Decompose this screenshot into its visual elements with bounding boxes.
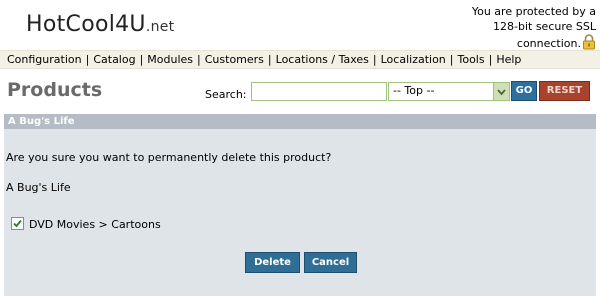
nav-help[interactable]: Help <box>492 53 525 66</box>
category-select[interactable]: -- Top -- <box>388 82 510 101</box>
checkmark-icon <box>13 219 22 228</box>
category-checkbox[interactable] <box>11 217 24 230</box>
logo-tld: .net <box>145 19 175 35</box>
cancel-button[interactable]: Cancel <box>304 252 357 273</box>
delete-confirmation-panel: Are you sure you want to permanently del… <box>4 129 596 296</box>
nav-catalog[interactable]: Catalog <box>89 53 139 66</box>
category-path: DVD Movies > Cartoons <box>29 218 161 231</box>
search-input[interactable] <box>251 82 387 101</box>
chevron-down-icon[interactable] <box>493 83 509 100</box>
nav-localization[interactable]: Localization <box>377 53 450 66</box>
nav-customers[interactable]: Customers <box>201 53 268 66</box>
ssl-notice: You are protected by a 128-bit secure SS… <box>436 4 596 54</box>
ssl-line-2: 128-bit secure SSL <box>493 20 596 33</box>
panel-heading-text: A Bug's Life <box>8 116 75 127</box>
logo-main: HotCool4U <box>26 12 146 37</box>
nav-configuration[interactable]: Configuration <box>0 53 86 66</box>
search-label: Search: <box>205 88 247 101</box>
nav-modules[interactable]: Modules <box>143 53 197 66</box>
go-button[interactable]: GO <box>511 81 537 101</box>
nav-separator: | <box>449 53 454 66</box>
product-name: A Bug's Life <box>6 181 71 194</box>
header: HotCool4U.net You are protected by a 128… <box>0 0 600 50</box>
nav-tools[interactable]: Tools <box>454 53 489 66</box>
main-nav: Configuration | Catalog | Modules | Customers |… <box>0 50 600 69</box>
panel-heading: A Bug's Life <box>4 114 596 129</box>
page-title: Products <box>7 79 103 101</box>
site-logo[interactable]: HotCool4U.net <box>26 12 174 37</box>
ssl-line-3-text: connection. <box>516 37 581 50</box>
delete-question: Are you sure you want to permanently del… <box>6 151 332 164</box>
delete-button[interactable]: Delete <box>245 252 300 273</box>
ssl-line-1: You are protected by a <box>471 5 596 18</box>
reset-button[interactable]: RESET <box>539 81 590 101</box>
category-select-value: -- Top -- <box>393 84 435 97</box>
nav-locations-taxes[interactable]: Locations / Taxes <box>272 53 373 66</box>
